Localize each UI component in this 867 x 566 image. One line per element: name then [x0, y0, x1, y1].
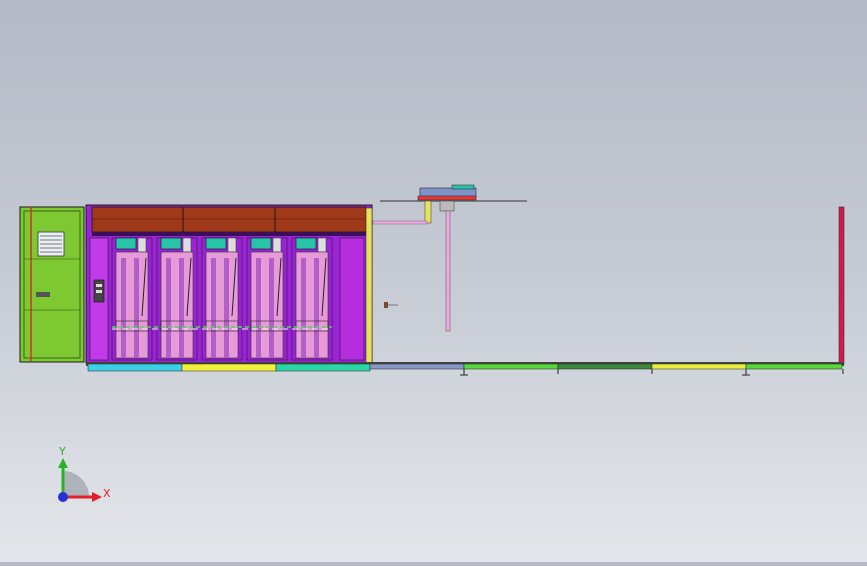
right-side-panel	[339, 237, 365, 361]
y-axis-label: Y	[58, 445, 66, 458]
segment-7	[651, 363, 747, 370]
segment-6	[557, 363, 653, 370]
segment-1	[87, 363, 183, 372]
cabinet-header	[91, 206, 367, 233]
coordinate-triad: Y X	[58, 445, 111, 502]
door-handle	[36, 292, 50, 297]
module-3[interactable]	[201, 237, 243, 361]
segment-3	[275, 363, 371, 372]
segment-2	[181, 363, 277, 372]
module-5[interactable]	[291, 237, 333, 361]
module-1[interactable]	[111, 237, 153, 361]
overhead-fixture[interactable]	[372, 184, 527, 332]
horizontal-pipe	[372, 220, 428, 225]
cabinet-assembly[interactable]	[85, 204, 373, 364]
door-body	[19, 206, 85, 363]
module-2[interactable]	[156, 237, 198, 361]
module-screen	[115, 237, 137, 250]
module-screen	[295, 237, 317, 250]
end-rail	[838, 206, 845, 365]
door-unit[interactable]	[19, 206, 85, 363]
module-screen	[160, 237, 182, 250]
base-conveyor[interactable]	[86, 362, 844, 376]
segment-4	[369, 363, 465, 370]
z-axis-origin	[58, 492, 68, 502]
module-screen	[205, 237, 227, 250]
end-post	[365, 207, 373, 364]
assembly-drawing: Y X	[19, 184, 845, 502]
vertical-pipe	[445, 210, 451, 332]
x-axis-label: X	[103, 487, 111, 500]
triad-arc	[63, 471, 89, 497]
module-screen	[250, 237, 272, 250]
segment-8	[745, 363, 843, 370]
segment-5	[463, 363, 559, 370]
module-4[interactable]	[246, 237, 288, 361]
cad-viewport[interactable]: Y X	[0, 0, 867, 562]
